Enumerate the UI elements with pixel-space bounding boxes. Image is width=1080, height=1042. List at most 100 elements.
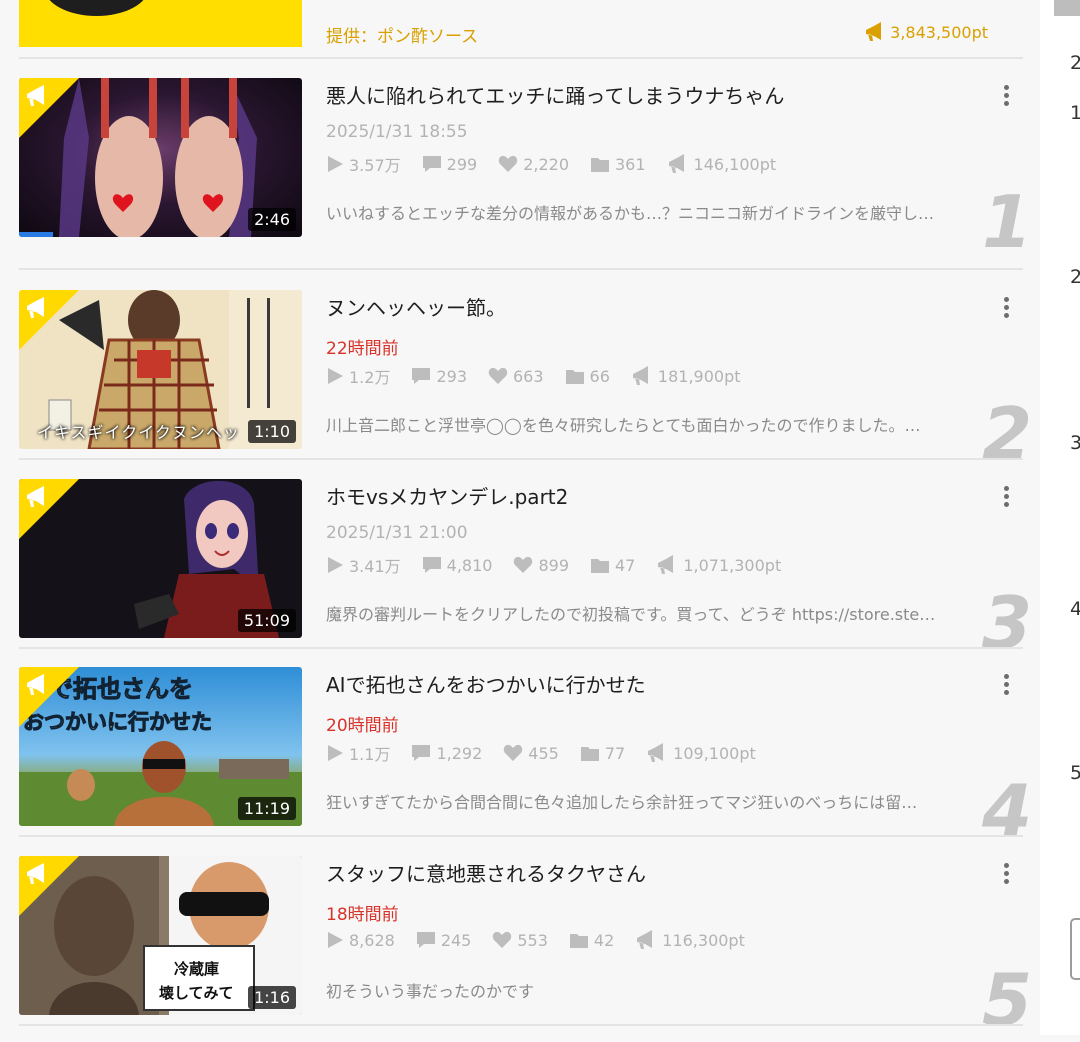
comment-icon <box>422 557 441 573</box>
play-icon <box>328 745 343 761</box>
comment-count: 293 <box>436 366 467 386</box>
more-vertical-icon[interactable] <box>996 294 1016 324</box>
video-stats: 1.1万 1,292 455 77 109,100pt <box>326 741 777 765</box>
side-panel-digit: 5 <box>1070 762 1080 784</box>
video-duration: 2:46 <box>248 208 296 231</box>
comment-icon <box>416 932 435 948</box>
folder-icon <box>580 746 599 761</box>
comment-count: 1,292 <box>436 743 483 763</box>
folder-icon <box>591 157 609 172</box>
sponsor-logo <box>44 0 149 16</box>
ad-points: 146,100pt <box>693 154 777 174</box>
video-title[interactable]: 悪人に陥れられてエッチに踊ってしまうウナちゃん <box>326 80 784 109</box>
play-icon <box>328 368 343 384</box>
side-panel-digit: 3 <box>1070 432 1080 454</box>
divider <box>19 57 1023 59</box>
mylist-count: 361 <box>615 154 646 174</box>
heart-icon <box>493 931 512 948</box>
like-count: 455 <box>528 743 559 763</box>
megaphone-icon <box>668 154 684 173</box>
video-description: 魔界の審判ルートをクリアしたので初投稿です。買って、どうぞ https://st… <box>326 605 936 624</box>
video-title[interactable]: ヌンヘッヘッー節。 <box>326 292 506 321</box>
ad-points: 109,100pt <box>673 743 756 763</box>
like-count: 553 <box>517 930 548 950</box>
video-stats: 3.57万 299 2,220 361 146,100pt <box>326 152 797 176</box>
side-panel-digit: 1 <box>1070 102 1080 124</box>
sponsor-label[interactable]: 提供：ポン酢ソース <box>326 22 478 47</box>
comment-icon <box>422 156 441 172</box>
mylist-count: 77 <box>604 743 626 763</box>
folder-icon <box>565 369 584 384</box>
video-date: 2025/1/31 18:55 <box>326 122 468 142</box>
heart-icon <box>504 744 523 761</box>
sponsor-thumbnail[interactable] <box>19 0 302 47</box>
divider <box>19 1024 1023 1026</box>
video-thumbnail[interactable]: で拓也さんを おつかいに行かせた 11:19 <box>19 667 302 826</box>
mylist-count: 66 <box>589 366 610 386</box>
mylist-count: 42 <box>593 930 615 950</box>
divider <box>19 458 1023 460</box>
more-vertical-icon[interactable] <box>996 671 1016 701</box>
thumbnail-sign-1: 冷蔵庫 <box>174 960 219 978</box>
video-duration: 51:09 <box>237 609 296 632</box>
video-description: 狂いすぎてたから合間合間に色々追加したら余計狂ってマジ狂いのべっちには留… <box>326 793 918 812</box>
megaphone-icon <box>648 743 664 762</box>
side-panel-digit: 2 <box>1070 266 1080 288</box>
megaphone-icon <box>27 863 44 884</box>
divider <box>19 835 1023 837</box>
megaphone-icon <box>632 366 648 385</box>
video-item-1[interactable]: 2:46 悪人に陥れられてエッチに踊ってしまうウナちゃん 2025/1/31 1… <box>0 68 1040 258</box>
side-panel-digit: 2 <box>1070 52 1080 74</box>
video-description: 川上音二郎こと浮世亭◯◯を色々研究したらとても面白かったので作りました。… <box>326 416 921 435</box>
video-duration: 1:10 <box>248 420 296 443</box>
comment-icon <box>412 745 431 761</box>
rank-number: 1 <box>982 180 1033 264</box>
more-vertical-icon[interactable] <box>996 82 1016 112</box>
video-thumbnail[interactable]: イキスギイクイクヌンヘッ 1:10 <box>19 290 302 449</box>
side-panel: 2 1 2 3 4 5 <box>1040 0 1080 1035</box>
video-stats: 8,628 245 553 42 116,300pt <box>326 930 766 950</box>
megaphone-icon <box>866 22 882 41</box>
megaphone-icon <box>27 297 44 318</box>
heart-icon <box>488 367 508 384</box>
more-vertical-icon[interactable] <box>996 860 1016 890</box>
video-title[interactable]: ホモvsメカヤンデレ.part2 <box>326 481 568 510</box>
comment-count: 299 <box>446 154 478 174</box>
comment-count: 4,810 <box>446 555 493 575</box>
view-count: 1.2万 <box>349 368 391 387</box>
video-title[interactable]: スタッフに意地悪されるタクヤさん <box>326 858 646 887</box>
video-item-5[interactable]: 冷蔵庫 壊してみて 1:16 スタッフに意地悪されるタクヤさん 18時間前 8,… <box>0 846 1040 1036</box>
megaphone-icon <box>27 674 44 695</box>
view-count: 3.57万 <box>349 156 401 175</box>
play-icon <box>328 932 343 948</box>
side-panel-button[interactable] <box>1070 918 1080 980</box>
video-date: 22時間前 <box>326 339 399 359</box>
thumbnail-sign-2: 壊してみて <box>159 984 234 1002</box>
mylist-count: 47 <box>615 555 636 575</box>
video-item-4[interactable]: で拓也さんを おつかいに行かせた 11:19 AIで拓也さんをおつかいに行かせた… <box>0 657 1040 847</box>
megaphone-icon <box>27 85 44 106</box>
folder-icon <box>569 933 588 948</box>
video-thumbnail[interactable]: 2:46 <box>19 78 302 237</box>
divider <box>19 268 1023 270</box>
view-count: 3.41万 <box>349 557 401 576</box>
more-vertical-icon[interactable] <box>996 483 1016 513</box>
like-count: 663 <box>513 366 544 386</box>
video-thumbnail[interactable]: 冷蔵庫 壊してみて 1:16 <box>19 856 302 1015</box>
video-item-2[interactable]: イキスギイクイクヌンヘッ 1:10 ヌンヘッヘッー節。 22時間前 1.2万 2… <box>0 280 1040 470</box>
sponsor-points: 3,843,500pt <box>864 22 988 42</box>
video-title[interactable]: AIで拓也さんをおつかいに行かせた <box>326 669 646 698</box>
like-count: 2,220 <box>523 154 569 174</box>
video-duration: 11:19 <box>237 797 296 820</box>
video-thumbnail[interactable]: 51:09 <box>19 479 302 638</box>
ad-points: 116,300pt <box>662 930 745 950</box>
megaphone-icon <box>637 930 653 949</box>
side-panel-digit: 4 <box>1070 598 1080 620</box>
heart-icon <box>498 155 518 172</box>
video-stats: 1.2万 293 663 66 181,900pt <box>326 364 762 388</box>
ranking-list: 提供：ポン酢ソース 3,843,500pt 2:46 悪人に陥れられてエッチに踊… <box>0 0 1040 1036</box>
view-count: 1.1万 <box>349 745 391 764</box>
video-item-3[interactable]: 51:09 ホモvsメカヤンデレ.part2 2025/1/31 21:00 3… <box>0 469 1040 659</box>
watch-progress-bar <box>19 232 53 237</box>
side-panel-tab[interactable] <box>1054 0 1080 16</box>
